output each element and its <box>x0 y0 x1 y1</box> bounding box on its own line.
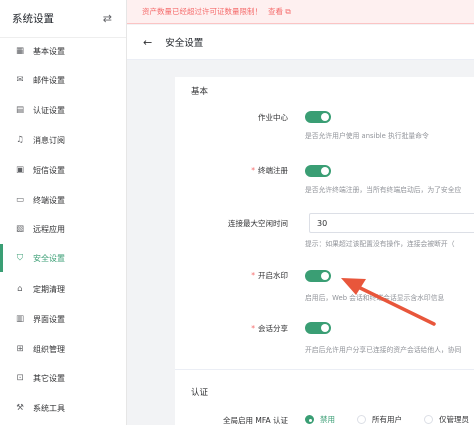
sidebar-item-label: 界面设置 <box>33 314 65 324</box>
page-header: ← 安全设置 <box>127 25 474 60</box>
id-card-icon: ▤ <box>15 105 25 115</box>
sidebar-item-label: 组织管理 <box>33 344 65 354</box>
job-center-help: 是否允许用户使用 ansible 执行批量命令 <box>305 132 429 140</box>
sidebar-item-label: 短信设置 <box>33 165 65 175</box>
radio-label: 仅管理员 <box>439 415 469 424</box>
sidebar-item-10[interactable]: ▥ 界面设置 <box>0 305 126 333</box>
idle-time-value: 30 <box>317 218 328 228</box>
terminal-register-toggle[interactable] <box>305 165 331 177</box>
view-link-label: 查看 <box>268 7 283 16</box>
org-icon: ⊞ <box>16 344 24 354</box>
sidebar-item-9[interactable]: ⌂ 定期清理 <box>0 275 126 303</box>
job-center-label-text: 作业中心 <box>258 113 288 122</box>
sidebar-item-label: 基本设置 <box>33 46 65 56</box>
toggle-knob <box>321 324 329 332</box>
switch-icon[interactable]: ⇄ <box>103 12 112 25</box>
sidebar-item-12[interactable]: ⊡ 其它设置 <box>0 364 126 392</box>
terminal-register-label: * 终端注册 <box>251 165 288 176</box>
sidebar-title: 系统设置 <box>12 13 54 25</box>
watermark-label: * 开启水印 <box>251 270 288 281</box>
idle-time-help: 提示：如果超过该配置没有操作，连接会被断开（ <box>305 240 455 248</box>
toggle-knob <box>321 167 329 175</box>
watermark-label-text: 开启水印 <box>258 271 288 280</box>
external-link-icon: ⧉ <box>285 7 291 16</box>
back-arrow-icon[interactable]: ← <box>143 36 152 49</box>
terminal-register-help: 是否允许终端注册，当所有终端启动后，为了安全应 <box>305 186 462 194</box>
mail-icon: ✉ <box>16 75 24 85</box>
broom-icon: ⌂ <box>17 284 23 294</box>
section-title-basic: 基本 <box>191 87 209 97</box>
sidebar-item-label: 安全设置 <box>33 253 65 263</box>
sidebar-item-2[interactable]: ✉ 邮件设置 <box>0 66 126 94</box>
sidebar: 系统设置 ⇄ ▦ 基本设置 ✉ 邮件设置 ▤ 认证设置 ♫ 消息订阅 ▣ 短信设置 ▭ 终端设置 ▧ 远程… <box>0 0 127 425</box>
monitor-icon: ▭ <box>15 195 25 205</box>
required-mark: * <box>251 324 255 333</box>
mfa-label: 全局启用 MFA 认证 <box>223 415 288 425</box>
sidebar-header: 系统设置 ⇄ <box>0 0 126 38</box>
sidebar-item-label: 终端设置 <box>33 195 65 205</box>
sidebar-item-11[interactable]: ⊞ 组织管理 <box>0 335 126 363</box>
app-icon: ▧ <box>15 224 25 234</box>
session-share-toggle[interactable] <box>305 322 331 334</box>
toggle-knob <box>321 113 329 121</box>
watermark-toggle[interactable] <box>305 270 331 282</box>
required-mark: * <box>251 271 255 280</box>
bell-icon: ♫ <box>16 135 24 145</box>
sidebar-item-label: 邮件设置 <box>33 75 65 85</box>
sidebar-item-label: 远程应用 <box>33 224 65 234</box>
job-center-label: 作业中心 <box>258 112 288 123</box>
sidebar-item-5[interactable]: ▣ 短信设置 <box>0 156 126 184</box>
layout-icon: ▥ <box>15 314 25 324</box>
idle-time-label: 连接最大空闲时间 <box>228 218 288 229</box>
idle-time-label-text: 连接最大空闲时间 <box>228 219 288 228</box>
sidebar-item-6[interactable]: ▭ 终端设置 <box>0 186 126 214</box>
view-link[interactable]: 查看 ⧉ <box>268 6 291 17</box>
sidebar-item-label: 认证设置 <box>33 105 65 115</box>
idle-time-input[interactable]: 30 <box>309 213 474 233</box>
section-divider <box>175 369 474 370</box>
sidebar-item-label: 消息订阅 <box>33 135 65 145</box>
tools-icon: ⚒ <box>16 403 24 413</box>
toggle-knob <box>321 272 329 280</box>
sidebar-item-3[interactable]: ▤ 认证设置 <box>0 96 126 124</box>
session-share-help: 开启后允许用户分享已连接的资产会话给他人，协同 <box>305 346 462 354</box>
sidebar-item-8[interactable]: ⛉ 安全设置 <box>0 244 126 272</box>
license-warning-text: 资产数量已经超过许可证数量限制！ <box>142 7 262 16</box>
mfa-option-disabled[interactable]: 禁用 <box>305 414 335 425</box>
sms-icon: ▣ <box>15 165 25 175</box>
radio-dot <box>424 415 433 424</box>
mfa-option-admins-only[interactable]: 仅管理员 <box>424 414 469 425</box>
job-center-toggle[interactable] <box>305 111 331 123</box>
shield-icon: ⛉ <box>16 253 24 263</box>
section-title-auth: 认证 <box>191 388 209 398</box>
sidebar-item-4[interactable]: ♫ 消息订阅 <box>0 126 126 154</box>
radio-label: 禁用 <box>320 415 335 424</box>
sidebar-item-1[interactable]: ▦ 基本设置 <box>0 37 126 65</box>
sidebar-item-7[interactable]: ▧ 远程应用 <box>0 215 126 243</box>
required-mark: * <box>251 166 255 175</box>
radio-label: 所有用户 <box>372 415 402 424</box>
mfa-label-text: 全局启用 MFA 认证 <box>223 416 288 425</box>
sidebar-item-label: 系统工具 <box>33 403 65 413</box>
license-warning-banner: 资产数量已经超过许可证数量限制！ 查看 ⧉ <box>127 0 474 24</box>
sidebar-item-label: 其它设置 <box>33 373 65 383</box>
radio-dot <box>305 415 314 424</box>
session-share-label-text: 会话分享 <box>258 324 288 333</box>
sidebar-item-label: 定期清理 <box>33 284 65 294</box>
terminal-register-label-text: 终端注册 <box>258 166 288 175</box>
settings-card: 基本 作业中心 是否允许用户使用 ansible 执行批量命令 * 终端注册 是否… <box>175 77 474 425</box>
grid-icon: ▦ <box>15 46 25 56</box>
more-icon: ⊡ <box>16 373 24 383</box>
watermark-help: 启用后，Web 会话和终端会话显示含水印信息 <box>305 294 445 302</box>
session-share-label: * 会话分享 <box>251 323 288 334</box>
radio-dot <box>357 415 366 424</box>
mfa-radio-group: 禁用 所有用户 仅管理员 <box>305 414 474 425</box>
mfa-option-all-users[interactable]: 所有用户 <box>357 414 402 425</box>
page-title: 安全设置 <box>165 38 204 49</box>
sidebar-item-13[interactable]: ⚒ 系统工具 <box>0 394 126 422</box>
